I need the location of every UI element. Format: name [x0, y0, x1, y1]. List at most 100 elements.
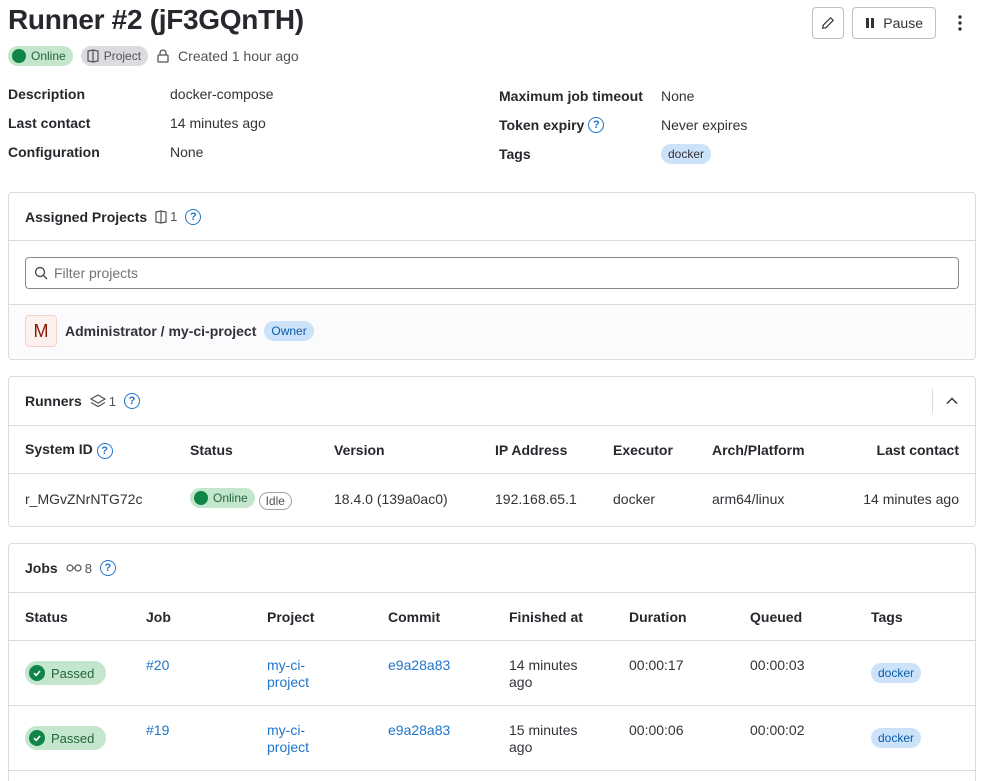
job-status: Passed — [9, 706, 130, 771]
online-dot-icon — [12, 49, 26, 63]
tag-badge[interactable]: docker — [871, 663, 922, 683]
runners-title: Runners — [25, 393, 82, 409]
pencil-icon — [822, 17, 835, 29]
pause-button[interactable]: Pause — [852, 7, 936, 39]
type-badge: Project — [80, 46, 149, 66]
col-duration: Duration — [613, 592, 734, 641]
job-count: 8 — [66, 561, 92, 576]
col-commit: Commit — [372, 592, 493, 641]
col-project: Project — [251, 592, 372, 641]
collapse-toggle[interactable] — [932, 377, 959, 425]
more-actions-button[interactable] — [944, 7, 976, 39]
chevron-up-icon — [946, 397, 958, 405]
layers-icon — [89, 394, 106, 408]
col-finished-at: Finished at — [493, 592, 613, 641]
check-circle-icon — [29, 730, 45, 746]
pause-icon — [866, 18, 875, 28]
filter-projects-input[interactable] — [54, 265, 950, 281]
help-icon[interactable]: ? — [124, 393, 141, 409]
assigned-projects-card: Assigned Projects 1 ? M Administrator / … — [8, 192, 976, 360]
jobs-title: Jobs — [25, 560, 58, 576]
assigned-projects-header: Assigned Projects 1 ? — [9, 193, 975, 241]
queued: 00:00:02 — [750, 722, 805, 738]
max-timeout-label: Maximum job timeout — [499, 88, 643, 104]
description-value: docker-compose — [170, 86, 274, 102]
last-contact: 14 minutes ago — [863, 490, 959, 507]
help-icon[interactable]: ? — [185, 208, 202, 225]
project-link: my-ci-project — [267, 657, 310, 690]
runners-card: Runners 1 ? System ID ? Status Version I… — [8, 376, 976, 527]
jobs-card: Jobs 8 ? Status Job Project Commit Finis… — [8, 543, 976, 781]
jobs-header: Jobs 8 ? — [9, 544, 975, 592]
commit-link: e9a28a83 — [388, 657, 451, 673]
project-row: M Administrator / my-ci-project Owner — [9, 305, 975, 357]
last-contact-value: 14 minutes ago — [170, 115, 266, 131]
idle-badge: Idle — [258, 491, 292, 510]
edit-button[interactable] — [812, 7, 845, 39]
table-row: Passed #20 my-ci-project e9a28a83 14 min… — [9, 641, 975, 706]
col-tags: Tags — [855, 592, 975, 641]
table-row: Passed #19 my-ci-project e9a28a83 15 min… — [9, 706, 975, 771]
token-expiry-label: Token expiry? — [499, 117, 605, 133]
col-version: Version — [318, 425, 479, 474]
commit-link: e9a28a83 — [388, 722, 451, 738]
runners-header: Runners 1 ? — [9, 377, 975, 425]
pause-label: Pause — [883, 15, 923, 31]
search-icon — [34, 266, 48, 280]
queued: 00:00:03 — [750, 657, 805, 673]
tags: docker — [855, 641, 975, 706]
max-timeout-value: None — [661, 88, 695, 104]
version: 18.4.0 (139a0ac0) — [334, 490, 448, 507]
col-last-contact: Last contact — [833, 425, 975, 474]
project-icon — [87, 49, 99, 63]
last-contact-label: Last contact — [8, 115, 91, 131]
system-id: r_MGvZNrNTG72c — [25, 490, 143, 507]
status-badge: Online — [8, 46, 73, 66]
passed-badge[interactable]: Passed — [25, 661, 107, 685]
help-icon[interactable]: ? — [588, 117, 605, 133]
runner-meta: Online Project Created 1 hour ago — [8, 46, 299, 66]
passed-badge[interactable]: Passed — [25, 726, 107, 750]
tags: docker — [855, 706, 975, 771]
job-status: Passed — [9, 641, 130, 706]
job-link: #19 — [146, 722, 170, 738]
col-status: Status — [9, 592, 130, 641]
duration: 00:00:06 — [629, 722, 684, 738]
kebab-icon — [958, 15, 962, 31]
avatar[interactable]: M — [25, 315, 57, 347]
finished-at: 14 minutes ago — [509, 657, 578, 690]
assigned-projects-title: Assigned Projects — [25, 208, 148, 225]
header-actions: Pause — [812, 7, 976, 39]
col-executor: Executor — [597, 425, 696, 474]
divider — [932, 389, 933, 413]
filter-wrap — [9, 241, 975, 305]
col-job: Job — [130, 592, 251, 641]
check-circle-icon — [29, 665, 45, 681]
tag-badge[interactable]: docker — [661, 144, 712, 164]
tags-label: Tags — [499, 146, 531, 162]
ip-address: 192.168.65.1 — [495, 490, 577, 507]
filter-projects-field — [25, 257, 959, 289]
executor: docker — [613, 490, 656, 507]
table-row: r_MGvZNrNTG72c Online Idle 18.4.0 (139a0… — [9, 474, 975, 524]
token-expiry-value: Never expires — [661, 117, 748, 133]
runner-count: 1 — [89, 394, 116, 409]
col-status: Status — [174, 425, 318, 474]
arch-platform: arm64/linux — [712, 490, 785, 507]
job-link: #20 — [146, 657, 170, 673]
tag-badge[interactable]: docker — [871, 728, 922, 748]
created-info: Created 1 hour ago — [156, 48, 299, 64]
col-system-id: System ID ? — [9, 425, 174, 474]
jobs-table: Status Job Project Commit Finished at Du… — [9, 592, 975, 771]
status-badge: Online — [190, 487, 255, 508]
help-icon[interactable]: ? — [99, 560, 116, 576]
lock-icon — [157, 49, 169, 63]
configuration-value: None — [170, 144, 204, 160]
runners-table: System ID ? Status Version IP Address Ex… — [9, 425, 975, 524]
project-icon — [155, 209, 167, 224]
project-link[interactable]: Administrator / my-ci-project — [65, 323, 256, 339]
col-ip-address: IP Address — [479, 425, 597, 474]
project-count: 1 — [155, 209, 177, 224]
help-icon[interactable]: ? — [96, 442, 113, 459]
col-queued: Queued — [734, 592, 855, 641]
